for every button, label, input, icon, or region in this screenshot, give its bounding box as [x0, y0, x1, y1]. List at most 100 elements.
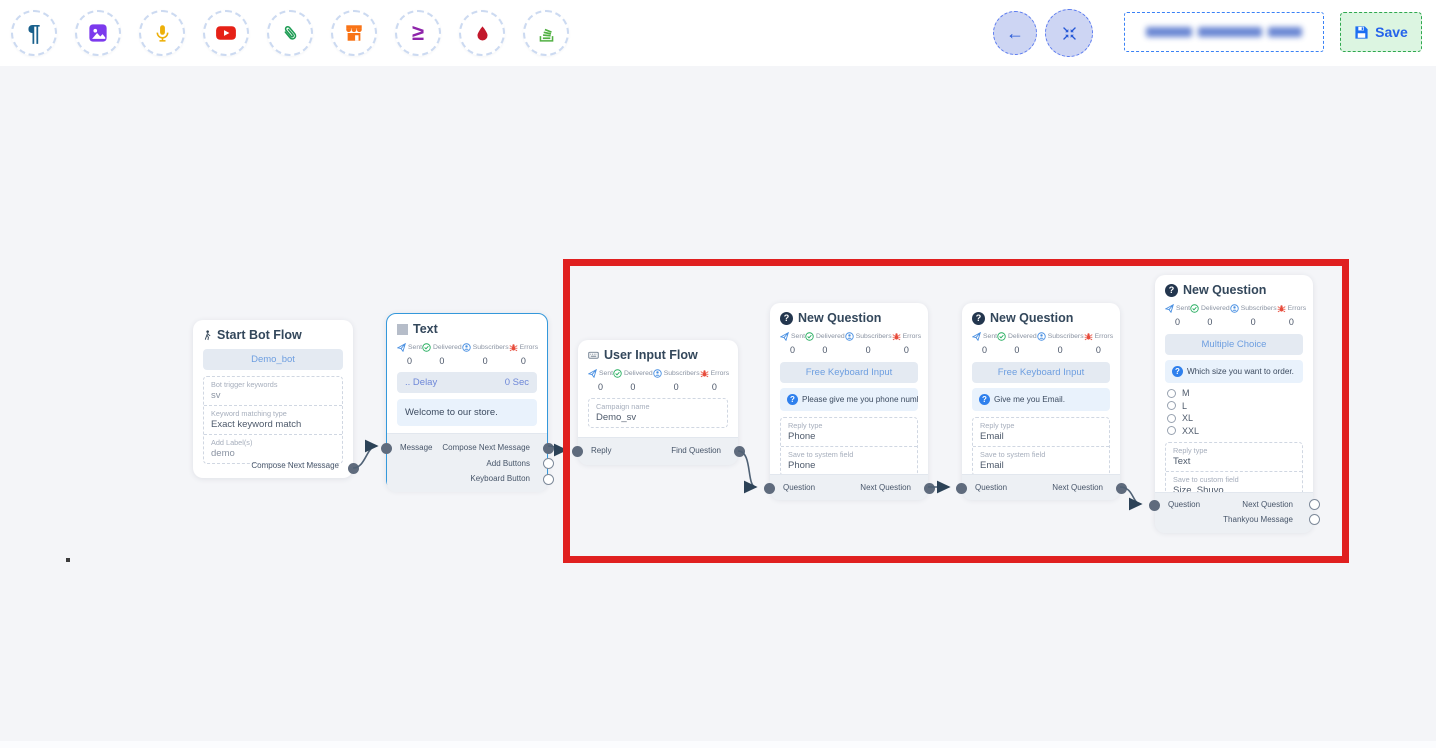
fit-view-button[interactable] — [1045, 9, 1093, 57]
field-bot-trigger-keywords[interactable]: Bot trigger keywords sv — [204, 377, 342, 406]
flow-title-input[interactable] — [1124, 12, 1324, 52]
water-drop-button[interactable] — [459, 10, 505, 56]
field-label: Reply type — [980, 421, 1102, 430]
port-message-in[interactable] — [381, 443, 392, 454]
port-next-question-out[interactable] — [1309, 499, 1320, 510]
question-mark-icon: ? — [1172, 366, 1183, 377]
greater-equal-button[interactable]: ≥ — [395, 10, 441, 56]
attachment-button[interactable] — [267, 10, 313, 56]
stat-value: 0 — [653, 382, 700, 392]
message-text-box[interactable]: Welcome to our store. — [397, 399, 537, 426]
stat-errors: Errors 0 — [892, 332, 922, 355]
field-reply-type[interactable]: Reply type Email — [973, 418, 1109, 447]
bot-select-button[interactable]: Demo_bot — [203, 349, 343, 370]
question-type-button[interactable]: Multiple Choice — [1165, 334, 1303, 355]
user-input-icon — [588, 350, 599, 360]
stat-label: Subscribers — [1241, 305, 1277, 312]
canvas-dot — [66, 558, 70, 562]
radio-icon — [1167, 414, 1176, 423]
stat-value: 0 — [1190, 317, 1230, 327]
stat-label: Errors — [711, 370, 730, 377]
node-text-message[interactable]: Text Sent 0 Delivered 0 Subscribers 0 Er… — [386, 313, 548, 490]
stats-row: Sent 0 Delivered 0 Subscribers 0 Errors … — [397, 343, 537, 366]
port-next-question-out[interactable] — [924, 483, 935, 494]
save-button[interactable]: Save — [1340, 12, 1422, 52]
stat-value: 0 — [397, 356, 422, 366]
port-compose-next-message-out[interactable] — [543, 443, 554, 454]
question-circle-icon: ? — [780, 312, 793, 325]
store-icon — [344, 23, 364, 43]
delivered-icon — [1190, 304, 1199, 313]
choice-option-xl[interactable]: XL — [1167, 413, 1301, 423]
stats-row: Sent 0 Delivered 0 Subscribers 0 Errors … — [588, 369, 728, 392]
back-button[interactable]: ← — [993, 11, 1037, 55]
paragraph-button[interactable]: ¶ — [11, 10, 57, 56]
choice-option-l[interactable]: L — [1167, 401, 1301, 411]
youtube-button[interactable] — [203, 10, 249, 56]
stat-value: 0 — [997, 345, 1037, 355]
store-button[interactable] — [331, 10, 377, 56]
stat-subscribers: Subscribers 0 — [1230, 304, 1277, 327]
microphone-button[interactable] — [139, 10, 185, 56]
field-save-to-system-field[interactable]: Save to system field Phone — [781, 447, 917, 475]
port-label-message: Message — [400, 443, 432, 452]
choice-label: XXL — [1182, 426, 1199, 436]
field-reply-type[interactable]: Reply type Phone — [781, 418, 917, 447]
stat-sent: Sent 0 — [1165, 304, 1190, 327]
port-thankyou-message-out[interactable] — [1309, 514, 1320, 525]
image-button[interactable] — [75, 10, 121, 56]
port-find-question-out[interactable] — [734, 446, 745, 457]
stat-label: Errors — [1288, 305, 1307, 312]
choice-option-xxl[interactable]: XXL — [1167, 426, 1301, 436]
port-question-in[interactable] — [1149, 500, 1160, 511]
delivered-icon — [805, 332, 814, 341]
stat-label: Sent — [791, 333, 805, 340]
node-new-question-phone[interactable]: ? New Question Sent 0 Delivered 0 Subscr… — [770, 303, 928, 499]
delay-icon: .. — [405, 377, 410, 388]
radio-icon — [1167, 401, 1176, 410]
radio-icon — [1167, 389, 1176, 398]
port-label-thankyou-message: Thankyou Message — [1223, 515, 1293, 524]
flow-canvas[interactable]: Start Bot Flow Demo_bot Bot trigger keyw… — [0, 0, 1436, 748]
port-reply-in[interactable] — [572, 446, 583, 457]
question-type-button[interactable]: Free Keyboard Input — [780, 362, 918, 383]
port-keyboard-button-out[interactable] — [543, 474, 554, 485]
delivered-icon — [997, 332, 1006, 341]
node-start-bot-flow[interactable]: Start Bot Flow Demo_bot Bot trigger keyw… — [193, 320, 353, 478]
field-value: Email — [980, 460, 1102, 471]
node-footer: Question Next Question — [770, 474, 928, 500]
choice-option-m[interactable]: M — [1167, 388, 1301, 398]
port-next-question-out[interactable] — [1116, 483, 1127, 494]
port-question-in[interactable] — [956, 483, 967, 494]
node-new-question-size[interactable]: ? New Question Sent 0 Delivered 0 Subscr… — [1155, 275, 1313, 532]
question-circle-icon: ? — [972, 312, 985, 325]
port-label-next-question: Next Question — [1242, 500, 1293, 509]
sent-icon — [588, 369, 597, 378]
stat-sent: Sent 0 — [972, 332, 997, 355]
delay-value: 0 Sec — [505, 377, 529, 388]
question-text-box[interactable]: ? Give me you Email. — [972, 388, 1110, 411]
field-reply-type[interactable]: Reply type Text — [1166, 443, 1302, 472]
question-text-box[interactable]: ? Please give me you phone number. — [780, 388, 918, 411]
node-title-label: New Question — [798, 311, 881, 325]
node-new-question-email[interactable]: ? New Question Sent 0 Delivered 0 Subscr… — [962, 303, 1120, 499]
field-campaign-name[interactable]: Campaign name Demo_sv — [589, 399, 727, 427]
field-add-labels[interactable]: Add Label(s) demo — [204, 435, 342, 463]
delay-row[interactable]: .. Delay 0 Sec — [397, 372, 537, 393]
field-save-to-system-field[interactable]: Save to system field Email — [973, 447, 1109, 475]
port-add-buttons-out[interactable] — [543, 458, 554, 469]
field-keyword-matching-type[interactable]: Keyword matching type Exact keyword matc… — [204, 406, 342, 435]
field-label: Save to system field — [980, 450, 1102, 459]
save-button-label: Save — [1375, 24, 1408, 40]
port-compose-next-message-out[interactable] — [348, 463, 359, 474]
question-type-button[interactable]: Free Keyboard Input — [972, 362, 1110, 383]
blurred-title-text — [1268, 27, 1302, 37]
sent-icon — [1165, 304, 1174, 313]
stack-button[interactable] — [523, 10, 569, 56]
node-user-input-flow[interactable]: User Input Flow Sent 0 Delivered 0 Subsc… — [578, 340, 738, 464]
walking-person-icon — [203, 329, 212, 342]
question-text-box[interactable]: ? Which size you want to order. — [1165, 360, 1303, 383]
stat-subscribers: Subscribers 0 — [462, 343, 509, 366]
port-question-in[interactable] — [764, 483, 775, 494]
stats-row: Sent 0 Delivered 0 Subscribers 0 Errors … — [780, 332, 918, 355]
